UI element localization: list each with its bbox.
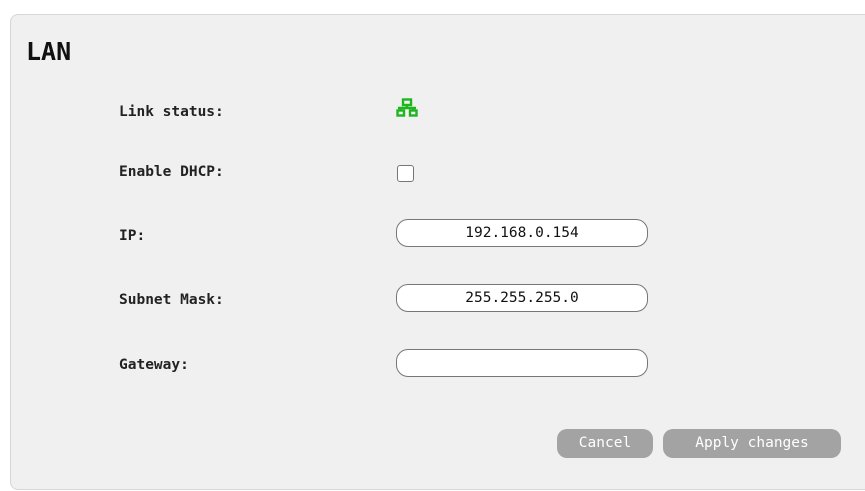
link-status-label: Link status:	[119, 104, 224, 120]
subnet-mask-input[interactable]	[396, 284, 648, 312]
ip-label: IP:	[119, 228, 146, 244]
ip-input[interactable]	[396, 219, 648, 247]
enable-dhcp-checkbox[interactable]	[397, 165, 414, 182]
lan-settings-panel: LAN Link status: Enable DHCP: IP: Subnet…	[10, 14, 865, 490]
enable-dhcp-label: Enable DHCP:	[119, 164, 224, 180]
apply-changes-button[interactable]: Apply changes	[663, 429, 841, 458]
gateway-input[interactable]	[396, 349, 648, 377]
panel-title: LAN	[26, 37, 72, 66]
subnet-mask-label: Subnet Mask:	[119, 292, 224, 308]
gateway-label: Gateway:	[119, 357, 189, 373]
cancel-button[interactable]: Cancel	[557, 429, 653, 458]
network-connected-icon	[396, 98, 418, 118]
